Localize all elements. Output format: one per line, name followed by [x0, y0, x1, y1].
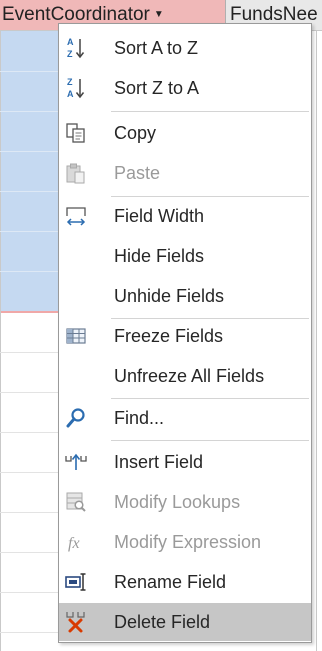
sort-ascending-icon: A Z [63, 35, 89, 61]
copy-icon [63, 120, 89, 146]
menu-item-label: Delete Field [114, 611, 211, 632]
menu-item-freeze-fields[interactable]: Freeze Fields [59, 317, 311, 355]
fx-icon: fx [63, 529, 89, 555]
field-context-menu: A Z Sort A to Z Z A Sort Z to A Copy Pas… [58, 23, 312, 643]
grid-line [0, 592, 60, 593]
menu-item-label: Unfreeze All Fields [114, 365, 265, 386]
grid-line [0, 30, 1, 651]
menu-item-label: Hide Fields [114, 245, 205, 266]
menu-separator [111, 440, 309, 441]
grid-line [316, 30, 317, 651]
svg-text:A: A [67, 89, 74, 99]
menu-item-label: Unhide Fields [114, 285, 225, 306]
menu-item-copy[interactable]: Copy [59, 114, 311, 152]
sort-descending-icon: Z A [63, 75, 89, 101]
column-header-label: FundsNee [230, 4, 318, 25]
svg-text:Z: Z [67, 49, 73, 59]
find-icon [63, 405, 89, 431]
grid-line [0, 512, 60, 513]
menu-item-label: Field Width [114, 205, 205, 226]
menu-item-paste[interactable]: Paste [59, 154, 311, 192]
svg-text:A: A [67, 37, 74, 47]
menu-item-label: Freeze Fields [114, 325, 224, 346]
field-width-icon [63, 203, 89, 229]
grid-line [0, 432, 60, 433]
freeze-grid-icon [63, 323, 89, 349]
delete-field-icon [63, 609, 89, 635]
grid-line [0, 632, 60, 633]
grid-line [0, 191, 60, 192]
grid-line [0, 392, 60, 393]
menu-item-hide-fields[interactable]: Hide Fields [59, 237, 311, 275]
menu-item-label: Insert Field [114, 451, 204, 472]
grid-line [0, 151, 60, 152]
modify-lookups-icon [63, 489, 89, 515]
menu-item-delete-field[interactable]: Delete Field [59, 603, 311, 641]
menu-item-label: Modify Lookups [114, 491, 241, 512]
menu-item-rename-field[interactable]: Rename Field [59, 563, 311, 601]
column-dropdown-icon[interactable]: ▼ [154, 9, 164, 20]
grid-line [0, 352, 60, 353]
menu-item-label: Copy [114, 122, 157, 143]
menu-item-modify-lookups[interactable]: Modify Lookups [59, 483, 311, 521]
menu-item-sort-z-to-a[interactable]: Z A Sort Z to A [59, 69, 311, 107]
menu-separator [111, 111, 309, 112]
menu-item-label: Sort A to Z [114, 37, 199, 58]
grid-line [0, 472, 60, 473]
menu-item-find[interactable]: Find... [59, 399, 311, 437]
insert-field-icon [63, 449, 89, 475]
menu-item-modify-expression[interactable]: fx Modify Expression [59, 523, 311, 561]
grid-line [0, 271, 60, 272]
paste-icon [63, 160, 89, 186]
grid-line [0, 552, 60, 553]
grid-line [0, 71, 60, 72]
menu-item-unfreeze-all-fields[interactable]: Unfreeze All Fields [59, 357, 311, 395]
menu-item-label: Modify Expression [114, 531, 262, 552]
column-header-label: EventCoordinator [2, 4, 150, 26]
svg-text:Z: Z [67, 77, 73, 87]
menu-item-label: Rename Field [114, 571, 227, 592]
menu-item-label: Find... [114, 407, 165, 428]
menu-item-insert-field[interactable]: Insert Field [59, 443, 311, 481]
svg-text:fx: fx [68, 535, 80, 552]
rename-field-icon [63, 569, 89, 595]
grid-line [0, 231, 60, 232]
menu-item-field-width[interactable]: Field Width [59, 197, 311, 235]
menu-item-label: Paste [114, 162, 161, 183]
menu-item-label: Sort Z to A [114, 77, 200, 98]
menu-item-sort-a-to-z[interactable]: A Z Sort A to Z [59, 29, 311, 67]
grid-line [0, 111, 60, 112]
menu-item-unhide-fields[interactable]: Unhide Fields [59, 277, 311, 315]
